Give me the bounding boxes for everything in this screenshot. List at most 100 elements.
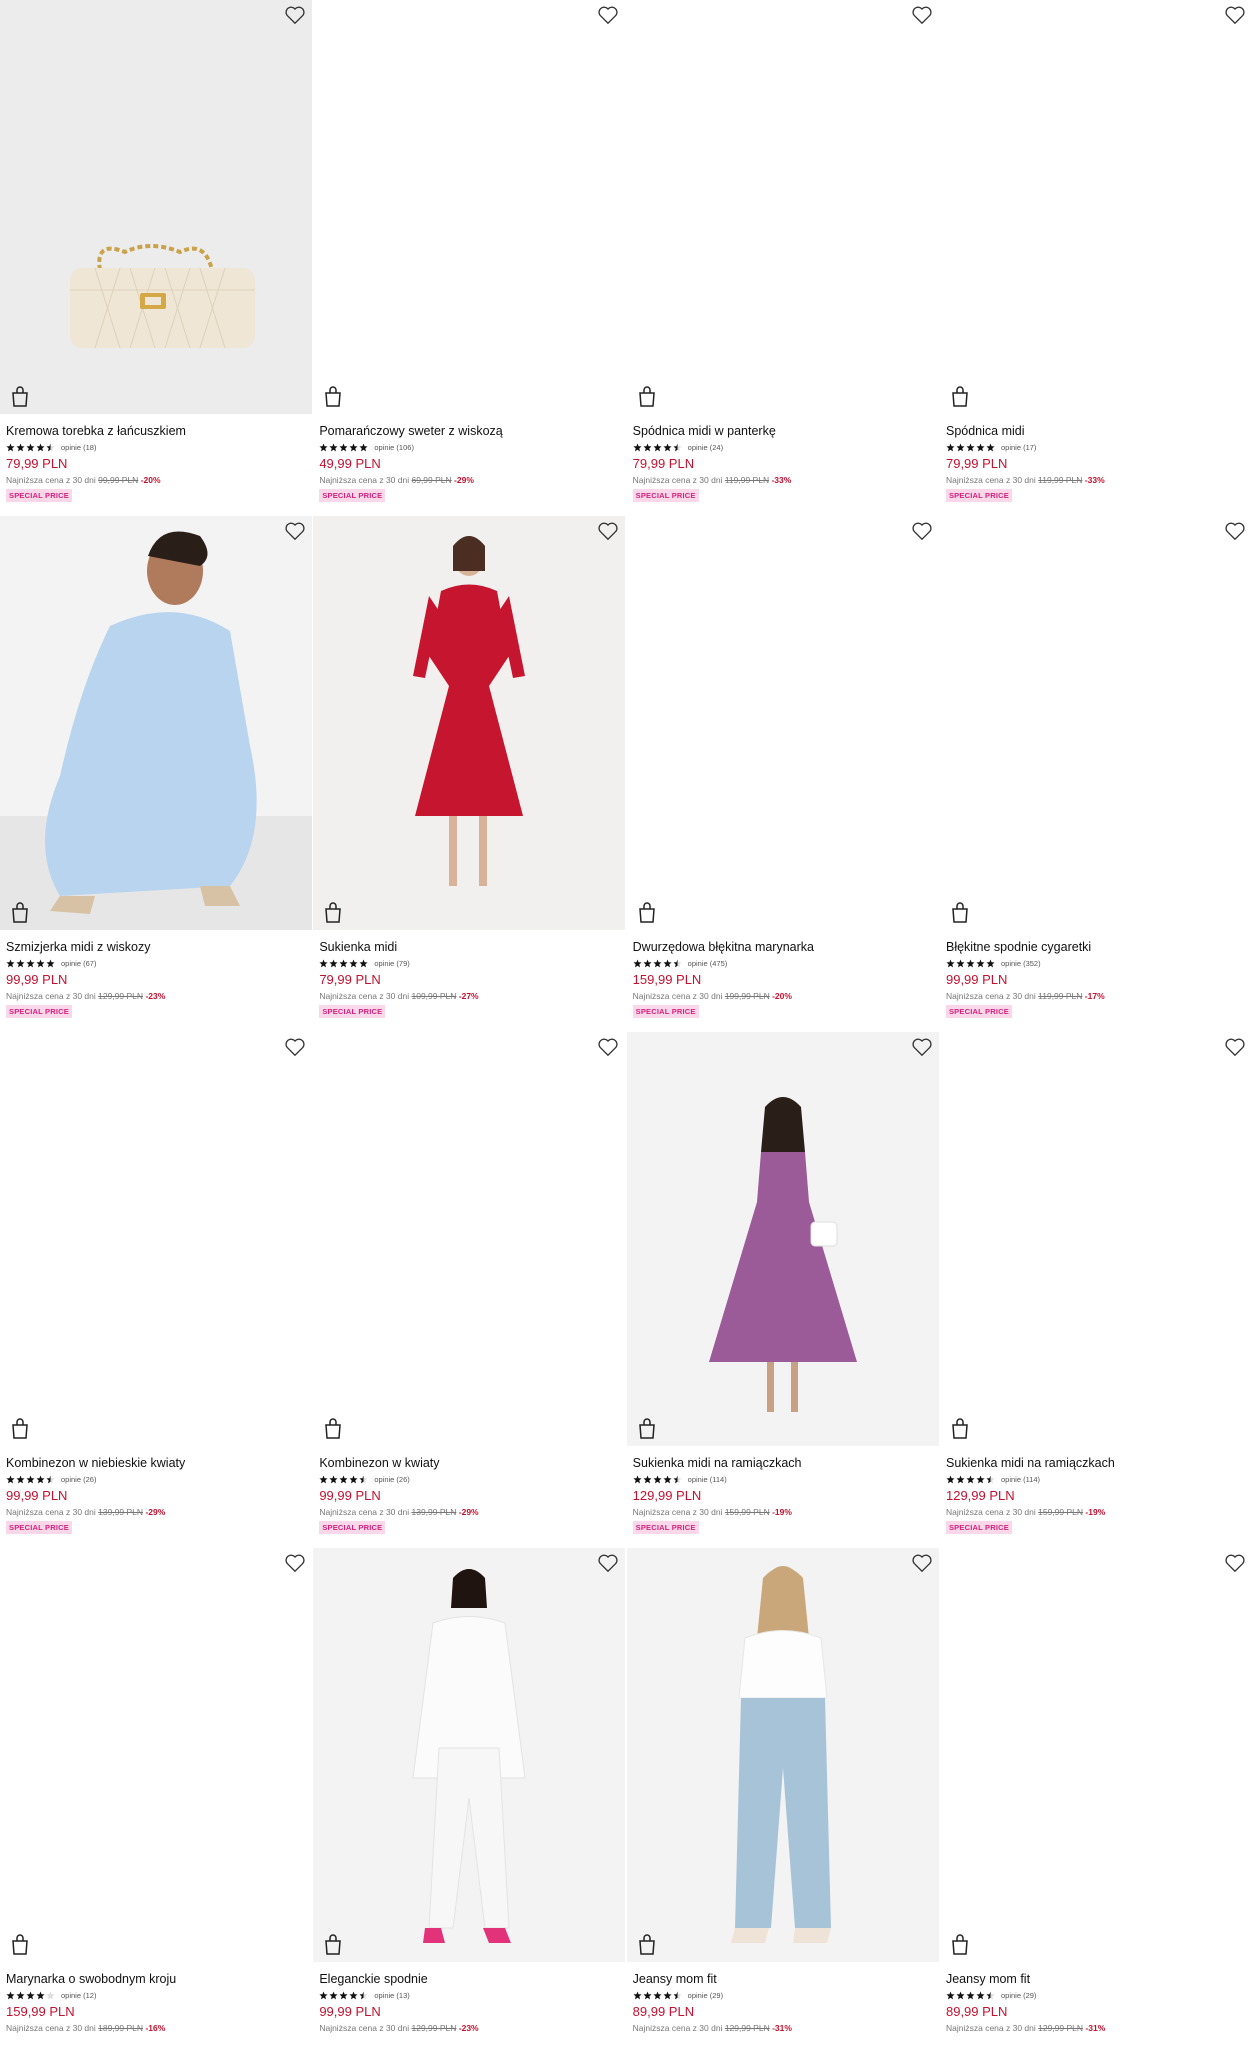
- product-image[interactable]: [626, 1548, 939, 1962]
- product-name[interactable]: Sukienka midi na ramiączkach: [633, 1456, 933, 1471]
- product-card[interactable]: Sukienka midi na ramiączkach opinie (114…: [626, 1032, 939, 1548]
- heart-icon[interactable]: [1224, 520, 1246, 542]
- shopping-bag-icon[interactable]: [323, 902, 343, 924]
- product-card[interactable]: Pomarańczowy sweter z wiskozą opinie (10…: [313, 0, 626, 516]
- product-image[interactable]: [939, 516, 1250, 930]
- product-name[interactable]: Sukienka midi na ramiączkach: [946, 1456, 1246, 1471]
- product-image[interactable]: [313, 1032, 626, 1446]
- heart-icon[interactable]: [1224, 1036, 1246, 1058]
- shopping-bag-icon[interactable]: [950, 1418, 970, 1440]
- star-icon: [16, 1474, 25, 1483]
- discount-percent: -20%: [140, 475, 161, 485]
- shopping-bag-icon[interactable]: [950, 1934, 970, 1956]
- product-image[interactable]: [313, 516, 626, 930]
- product-image[interactable]: [313, 0, 626, 414]
- product-image[interactable]: [626, 0, 939, 414]
- heart-icon[interactable]: [911, 520, 933, 542]
- shopping-bag-icon[interactable]: [950, 902, 970, 924]
- lowest-price-label: Najniższa cena z 30 dni: [632, 991, 723, 1001]
- product-card[interactable]: Kombinezon w niebieskie kwiaty opinie (2…: [0, 1032, 312, 1548]
- heart-icon[interactable]: [597, 520, 619, 542]
- star-icon: [976, 442, 985, 451]
- product-name[interactable]: Eleganckie spodnie: [319, 1972, 619, 1987]
- product-image[interactable]: [626, 516, 939, 930]
- product-card[interactable]: Marynarka o swobodnym kroju opinie (12) …: [0, 1548, 312, 2064]
- product-image[interactable]: [939, 1548, 1250, 1962]
- product-image[interactable]: [0, 1548, 312, 1962]
- shopping-bag-icon[interactable]: [637, 386, 657, 408]
- product-image[interactable]: [939, 1032, 1250, 1446]
- heart-icon[interactable]: [1224, 4, 1246, 26]
- product-card[interactable]: Spódnica midi opinie (17) 79,99 PLN Najn…: [939, 0, 1250, 516]
- product-name[interactable]: Marynarka o swobodnym kroju: [6, 1972, 306, 1987]
- lowest-price-label: Najniższa cena z 30 dni: [319, 2023, 410, 2033]
- heart-icon[interactable]: [911, 1036, 933, 1058]
- heart-icon[interactable]: [911, 4, 933, 26]
- shopping-bag-icon[interactable]: [950, 386, 970, 408]
- star-icon: [46, 1474, 55, 1483]
- product-name[interactable]: Błękitne spodnie cygaretki: [946, 940, 1246, 955]
- product-image[interactable]: [0, 0, 312, 414]
- heart-icon[interactable]: [1224, 1552, 1246, 1574]
- product-card[interactable]: Eleganckie spodnie opinie (13) 99,99 PLN…: [313, 1548, 626, 2064]
- shopping-bag-icon[interactable]: [10, 1418, 30, 1440]
- shopping-bag-icon[interactable]: [323, 386, 343, 408]
- star-icon: [643, 442, 652, 451]
- special-price-badge: SPECIAL PRICE: [632, 489, 699, 502]
- shopping-bag-icon[interactable]: [323, 1418, 343, 1440]
- shopping-bag-icon[interactable]: [637, 1934, 657, 1956]
- product-name[interactable]: Spódnica midi w panterkę: [633, 424, 933, 439]
- product-card[interactable]: Jeansy mom fit opinie (29) 89,99 PLN Naj…: [626, 1548, 939, 2064]
- product-name[interactable]: Kombinezon w niebieskie kwiaty: [6, 1456, 306, 1471]
- star-icon: [46, 1990, 55, 1999]
- product-image[interactable]: [0, 516, 312, 930]
- product-name[interactable]: Kombinezon w kwiaty: [319, 1456, 619, 1471]
- heart-icon[interactable]: [284, 1552, 306, 1574]
- product-card[interactable]: Kremowa torebka z łańcuszkiem opinie (18…: [0, 0, 312, 516]
- heart-icon[interactable]: [284, 1036, 306, 1058]
- old-price: 99,99 PLN: [98, 475, 139, 485]
- shopping-bag-icon[interactable]: [637, 1418, 657, 1440]
- product-card[interactable]: Błękitne spodnie cygaretki opinie (352) …: [939, 516, 1250, 1032]
- product-card[interactable]: Spódnica midi w panterkę opinie (24) 79,…: [626, 0, 939, 516]
- product-price: 99,99 PLN: [319, 2004, 381, 2019]
- product-name[interactable]: Dwurzędowa błękitna marynarka: [633, 940, 933, 955]
- product-image[interactable]: [313, 1548, 626, 1962]
- product-name[interactable]: Jeansy mom fit: [633, 1972, 933, 1987]
- heart-icon[interactable]: [284, 520, 306, 542]
- heart-icon[interactable]: [284, 4, 306, 26]
- product-card[interactable]: Sukienka midi na ramiączkach opinie (114…: [939, 1032, 1250, 1548]
- heart-icon[interactable]: [597, 1552, 619, 1574]
- shopping-bag-icon[interactable]: [10, 386, 30, 408]
- shopping-bag-icon[interactable]: [323, 1934, 343, 1956]
- product-image[interactable]: [0, 1032, 312, 1446]
- product-name[interactable]: Spódnica midi: [946, 424, 1246, 439]
- product-name[interactable]: Szmizjerka midi z wiskozy: [6, 940, 306, 955]
- product-image[interactable]: [939, 0, 1250, 414]
- product-rating: opinie (114): [633, 1473, 933, 1485]
- product-name[interactable]: Sukienka midi: [319, 940, 619, 955]
- shopping-bag-icon[interactable]: [637, 902, 657, 924]
- product-card[interactable]: Dwurzędowa błękitna marynarka opinie (47…: [626, 516, 939, 1032]
- star-icon: [329, 1474, 338, 1483]
- product-name[interactable]: Jeansy mom fit: [946, 1972, 1246, 1987]
- shopping-bag-icon[interactable]: [10, 902, 30, 924]
- product-image[interactable]: [626, 1032, 939, 1446]
- old-price: 129,99 PLN: [411, 2023, 457, 2033]
- star-rating: [6, 1990, 55, 2000]
- heart-icon[interactable]: [911, 1552, 933, 1574]
- heart-icon[interactable]: [597, 1036, 619, 1058]
- star-rating: [319, 1990, 368, 2000]
- product-card[interactable]: Jeansy mom fit opinie (29) 89,99 PLN Naj…: [939, 1548, 1250, 2064]
- product-card[interactable]: Kombinezon w kwiaty opinie (26) 99,99 PL…: [313, 1032, 626, 1548]
- heart-icon[interactable]: [597, 4, 619, 26]
- shopping-bag-icon[interactable]: [10, 1934, 30, 1956]
- product-card[interactable]: Szmizjerka midi z wiskozy opinie (67) 99…: [0, 516, 312, 1032]
- lowest-price-label: Najniższa cena z 30 dni: [6, 991, 96, 1001]
- star-icon: [6, 1474, 15, 1483]
- product-name[interactable]: Kremowa torebka z łańcuszkiem: [6, 424, 306, 439]
- discount-percent: -27%: [458, 991, 479, 1001]
- product-card[interactable]: Sukienka midi opinie (79) 79,99 PLN Najn…: [313, 516, 626, 1032]
- star-icon: [339, 1990, 348, 1999]
- product-name[interactable]: Pomarańczowy sweter z wiskozą: [319, 424, 619, 439]
